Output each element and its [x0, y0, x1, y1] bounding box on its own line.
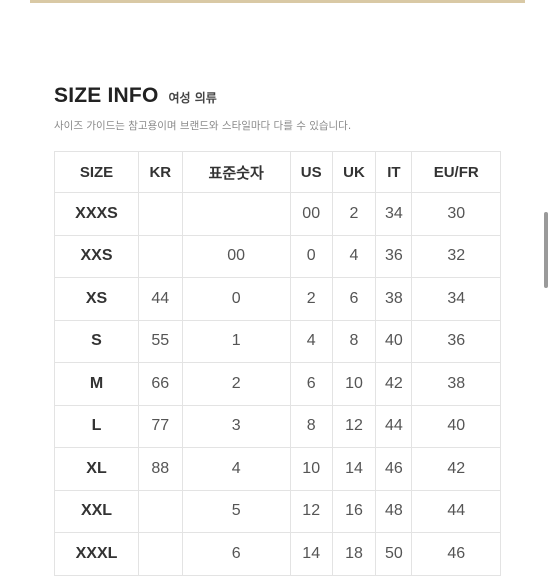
page-subtitle: 여성 의류: [168, 91, 217, 105]
table-cell: 42: [411, 447, 501, 491]
table-cell: 6: [289, 362, 333, 406]
table-cell: 55: [138, 319, 183, 363]
table-cell: 36: [411, 319, 501, 363]
column-header: US: [289, 151, 333, 193]
table-cell: 36: [375, 234, 413, 278]
table-cell: 46: [375, 447, 413, 491]
table-cell: 10: [331, 362, 377, 406]
table-cell: 0: [289, 234, 333, 278]
table-cell: 4: [181, 447, 291, 491]
table-cell: 42: [375, 362, 413, 406]
table-row: XXXS 00 2 34 30: [53, 192, 501, 236]
table-cell: 40: [375, 319, 413, 363]
size-table: SIZE KR 표준숫자 US UK IT EU/FR XXXS 00 2 34…: [53, 151, 501, 576]
table-cell: [138, 489, 183, 533]
table-cell: 14: [331, 447, 377, 491]
table-cell: 48: [375, 489, 413, 533]
table-cell: 3: [181, 404, 291, 448]
table-cell: 00: [289, 192, 333, 236]
header: SIZE INFO 여성 의류: [54, 84, 217, 108]
table-cell: 1: [181, 319, 291, 363]
table-cell: 77: [138, 404, 183, 448]
table-cell: 2: [181, 362, 291, 406]
table-cell: 44: [411, 489, 501, 533]
table-cell: 50: [375, 532, 413, 576]
table-cell: 44: [375, 404, 413, 448]
table-cell: 4: [331, 234, 377, 278]
table-cell: 0: [181, 277, 291, 321]
size-guide-note: 사이즈 가이드는 참고용이며 브랜드와 스타일마다 다를 수 있습니다.: [54, 120, 352, 132]
table-cell: [138, 532, 183, 576]
table-row: XS 44 0 2 6 38 34: [53, 277, 501, 321]
table-cell: 6: [181, 532, 291, 576]
table-row: XXXL 6 14 18 50 46: [53, 532, 501, 576]
table-cell: 44: [138, 277, 183, 321]
table-cell: 16: [331, 489, 377, 533]
table-cell: S: [53, 319, 140, 363]
table-cell: 32: [411, 234, 501, 278]
table-cell: 88: [138, 447, 183, 491]
table-cell: 46: [411, 532, 501, 576]
table-cell: L: [53, 404, 140, 448]
table-header-row: SIZE KR 표준숫자 US UK IT EU/FR: [53, 151, 501, 193]
table-cell: 8: [331, 319, 377, 363]
table-cell: 18: [331, 532, 377, 576]
table-cell: 38: [411, 362, 501, 406]
table-cell: [181, 192, 291, 236]
table-row: M 66 2 6 10 42 38: [53, 362, 501, 406]
column-header: EU/FR: [411, 151, 501, 193]
table-cell: [138, 234, 183, 278]
table-cell: 5: [181, 489, 291, 533]
table-row: XXS 00 0 4 36 32: [53, 234, 501, 278]
table-cell: 34: [375, 192, 413, 236]
column-header: SIZE: [53, 151, 140, 193]
table-cell: 6: [331, 277, 377, 321]
table-cell: 4: [289, 319, 333, 363]
page-title: SIZE INFO: [54, 84, 159, 107]
column-header: KR: [138, 151, 183, 193]
table-cell: XXXL: [53, 532, 140, 576]
scrollbar[interactable]: [544, 212, 548, 288]
table-row: XL 88 4 10 14 46 42: [53, 447, 501, 491]
top-image-edge: [30, 0, 525, 3]
table-cell: [138, 192, 183, 236]
column-header: UK: [331, 151, 377, 193]
table-cell: 12: [331, 404, 377, 448]
table-cell: XS: [53, 277, 140, 321]
table-row: L 77 3 8 12 44 40: [53, 404, 501, 448]
table-cell: 2: [331, 192, 377, 236]
table-cell: 66: [138, 362, 183, 406]
column-header: 표준숫자: [181, 151, 291, 193]
table-cell: 10: [289, 447, 333, 491]
table-cell: 8: [289, 404, 333, 448]
table-cell: 12: [289, 489, 333, 533]
table-cell: XXXS: [53, 192, 140, 236]
table-row: XXL 5 12 16 48 44: [53, 489, 501, 533]
table-cell: 00: [181, 234, 291, 278]
table-cell: 38: [375, 277, 413, 321]
table-cell: 40: [411, 404, 501, 448]
table-cell: XXS: [53, 234, 140, 278]
column-header: IT: [375, 151, 413, 193]
table-cell: M: [53, 362, 140, 406]
table-cell: 14: [289, 532, 333, 576]
table-cell: 34: [411, 277, 501, 321]
table-row: S 55 1 4 8 40 36: [53, 319, 501, 363]
table-cell: XXL: [53, 489, 140, 533]
table-cell: XL: [53, 447, 140, 491]
table-cell: 30: [411, 192, 501, 236]
table-cell: 2: [289, 277, 333, 321]
